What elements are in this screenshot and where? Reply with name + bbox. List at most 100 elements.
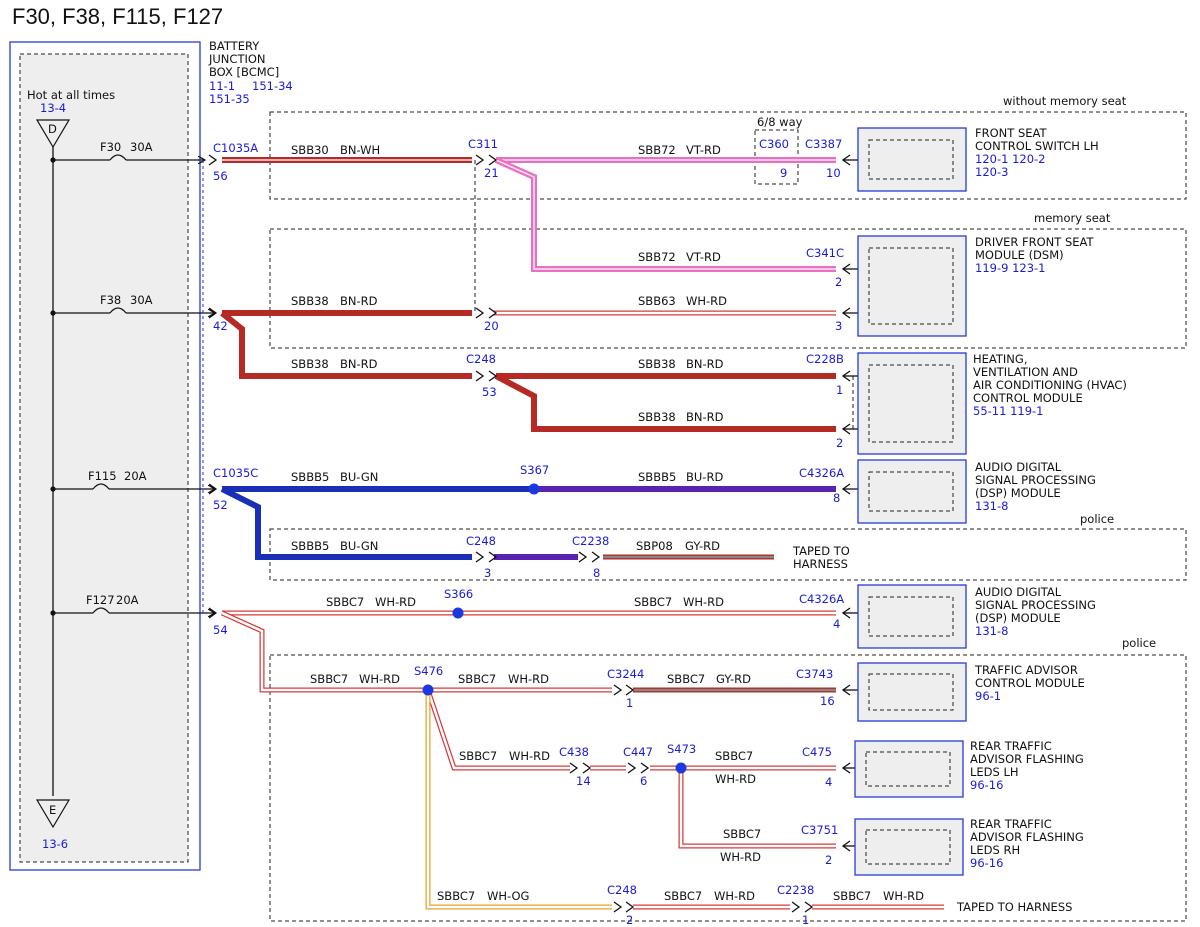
- w5-color: BN-RD: [686, 410, 724, 424]
- bottom-letter: E: [49, 803, 56, 817]
- m6-name-2: CONTROL MODULE: [975, 676, 1085, 690]
- region-without-memory-label: without memory seat: [1003, 94, 1127, 108]
- pin-42: 42: [213, 319, 228, 333]
- m7-ref-1: 96-16: [970, 778, 1003, 792]
- c3743-name: C3743: [796, 667, 833, 681]
- c341c-name: C341C: [806, 246, 844, 260]
- c3751-name: C3751: [801, 823, 838, 837]
- c1035a-pin: 56: [213, 169, 228, 183]
- w8a-color: WH-RD: [375, 595, 416, 609]
- region-police-2: [269, 654, 1187, 922]
- m4-name-1: AUDIO DIGITAL: [975, 460, 1062, 474]
- m3-name-3: AIR CONDITIONING (HVAC): [973, 378, 1127, 392]
- c248b-name: C248: [466, 534, 496, 548]
- w9c-color: GY-RD: [716, 672, 751, 686]
- module-traffic-advisor: [857, 662, 967, 722]
- c2238a-pin: 8: [593, 566, 600, 580]
- s476-name: S476: [414, 664, 443, 678]
- hot-label: Hot at all times: [27, 88, 115, 102]
- fuse-f127-rating: 20A: [116, 593, 139, 607]
- w3b-color: WH-RD: [686, 294, 727, 308]
- c1035c-name: C1035C: [213, 466, 258, 480]
- c3244-pin: 1: [626, 696, 633, 710]
- w1b-color: VT-RD: [686, 143, 721, 157]
- m4-name-3: (DSP) MODULE: [975, 486, 1061, 500]
- c311-pin: 21: [484, 166, 499, 180]
- c475-pin: 4: [825, 775, 832, 789]
- c447-name: C447: [623, 745, 653, 759]
- m3-name-1: HEATING,: [973, 352, 1027, 366]
- m8-name-2: ADVISOR FLASHING: [970, 830, 1084, 844]
- c4326a2-name: C4326A: [799, 592, 844, 606]
- bjb-ref-1: 11-1: [209, 79, 235, 93]
- c1035c-pin: 52: [213, 498, 228, 512]
- module-dsm: [857, 235, 967, 337]
- bjb-ref-3: 151-35: [209, 92, 250, 106]
- s366-name: S366: [444, 587, 473, 601]
- m5-name-1: AUDIO DIGITAL: [975, 585, 1062, 599]
- c248a-pin: 53: [482, 385, 497, 399]
- taped-label-1: TAPED TO: [792, 544, 850, 558]
- w6a-circuit: SBBB5: [291, 470, 329, 484]
- w12a-color: WH-OG: [487, 889, 529, 903]
- m6-name-1: TRAFFIC ADVISOR: [974, 663, 1078, 677]
- w8b-circuit: SBBC7: [634, 595, 672, 609]
- w4a-color: BN-RD: [340, 357, 378, 371]
- s367-name: S367: [520, 463, 549, 477]
- c360-name: C360: [759, 137, 789, 151]
- m4-name-2: SIGNAL PROCESSING: [975, 473, 1096, 487]
- w10a-circuit: SBBC7: [459, 749, 497, 763]
- module-dsp-1: [857, 459, 967, 524]
- m6-ref-1: 96-1: [975, 689, 1001, 703]
- w7a-color: BU-GN: [340, 539, 378, 553]
- m8-name-1: REAR TRAFFIC: [970, 817, 1052, 831]
- bjb-inner: [19, 53, 189, 863]
- fuse-f38-name: F38: [100, 293, 121, 307]
- w4a-circuit: SBB38: [291, 357, 329, 371]
- m2-name-1: DRIVER FRONT SEAT: [975, 235, 1094, 249]
- w6b-circuit: SBBB5: [638, 470, 676, 484]
- module-rear-leds-lh: [854, 740, 964, 798]
- w11-color: WH-RD: [720, 850, 761, 864]
- wiring-diagram: F30, F38, F115, F127 BATTERY JUNCTION BO…: [9, 4, 1187, 927]
- region-without-memory: [269, 111, 1187, 200]
- w3b-circuit: SBB63: [638, 294, 676, 308]
- c3387-name: C3387: [805, 137, 842, 151]
- w4b-circuit: SBB38: [638, 357, 676, 371]
- m2-ref-1: 119-9 123-1: [975, 261, 1046, 275]
- w10a-color: WH-RD: [509, 749, 550, 763]
- w12b-circuit: SBBC7: [664, 889, 702, 903]
- taped-label-bottom: TAPED TO HARNESS: [956, 900, 1072, 914]
- bjb-ref-2: 151-34: [252, 79, 293, 93]
- w1a-circuit: SBB30: [291, 143, 329, 157]
- w7b-circuit: SBP08: [636, 539, 673, 553]
- c228b-pin2: 2: [836, 436, 843, 450]
- w12b-color: WH-RD: [714, 889, 755, 903]
- splice-s473: [675, 762, 687, 774]
- c2238b-name: C2238: [777, 883, 814, 897]
- c447-pin: 6: [640, 774, 647, 788]
- m7-name-3: LEDS LH: [970, 765, 1019, 779]
- splice-s476: [422, 684, 434, 696]
- module-rear-leds-rh: [854, 818, 964, 876]
- m3-name-2: VENTILATION AND: [973, 365, 1078, 379]
- m1-ref-2: 120-3: [975, 165, 1008, 179]
- m5-name-2: SIGNAL PROCESSING: [975, 598, 1096, 612]
- c248b-pin: 3: [484, 566, 491, 580]
- c360-pin: 9: [780, 166, 787, 180]
- w12a-circuit: SBBC7: [437, 889, 475, 903]
- fuse-f115-rating: 20A: [124, 469, 147, 483]
- c2238b-pin: 1: [802, 913, 809, 927]
- c248c-name: C248: [607, 883, 637, 897]
- c311-name: C311: [468, 137, 498, 151]
- w2-circuit: SBB72: [638, 250, 676, 264]
- w10b-circuit: SBBC7: [715, 749, 753, 763]
- fuse-f30-name: F30: [100, 140, 121, 154]
- bjb-name-3: BOX [BCMC]: [209, 65, 279, 79]
- module-hvac: [857, 352, 967, 455]
- w1a-color: BN-WH: [340, 143, 380, 157]
- fuse-f38-rating: 30A: [130, 293, 153, 307]
- w5-circuit: SBB38: [638, 410, 676, 424]
- w4b-color: BN-RD: [686, 357, 724, 371]
- m1-ref-1: 120-1 120-2: [975, 152, 1046, 166]
